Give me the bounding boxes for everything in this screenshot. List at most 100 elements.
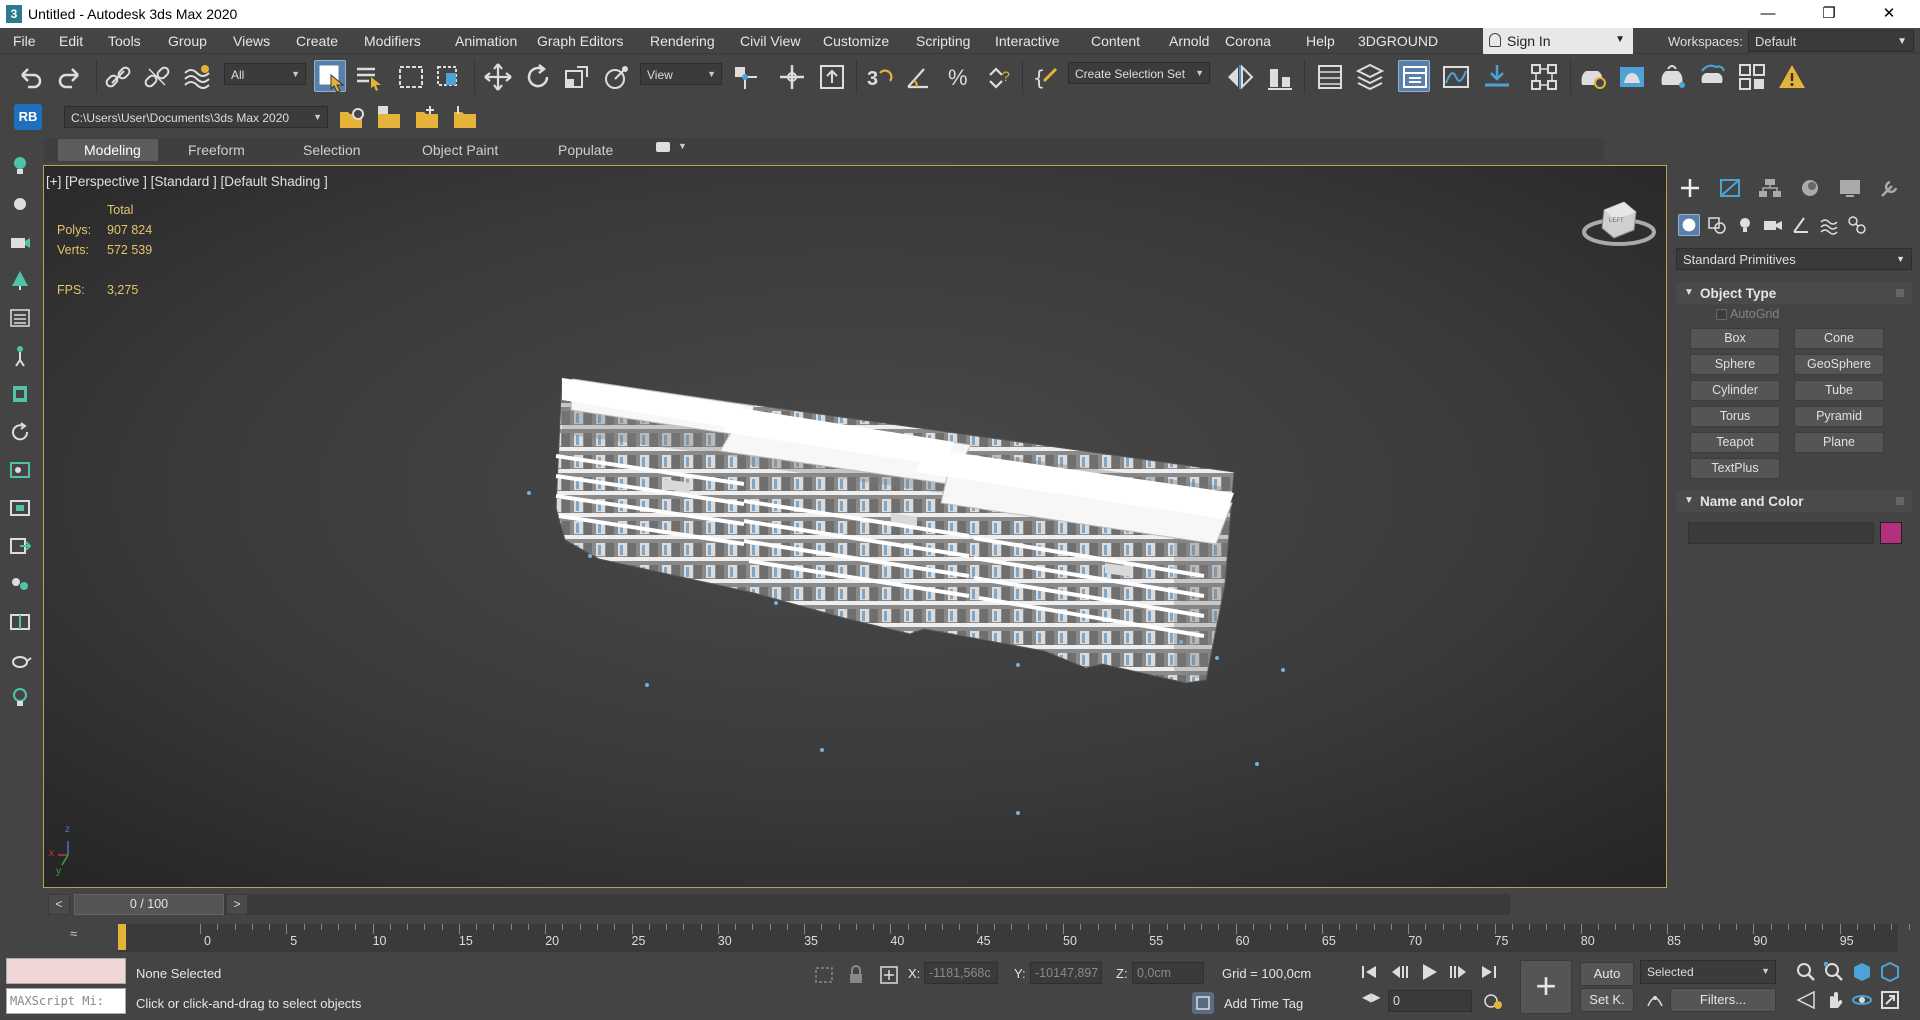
selection-filter-dropdown[interactable]: All ▼: [224, 63, 306, 85]
bulb-outline-icon[interactable]: [8, 686, 32, 710]
tab-object-paint[interactable]: Object Paint: [422, 142, 498, 158]
menu-group[interactable]: Group: [168, 33, 207, 49]
project-folder-icon[interactable]: [336, 102, 368, 134]
render-in-cloud-icon[interactable]: [1696, 61, 1728, 93]
menu-help[interactable]: Help: [1306, 33, 1335, 49]
time-slider-prev-button[interactable]: <: [48, 894, 70, 915]
menu-arnold[interactable]: Arnold: [1169, 33, 1209, 49]
keyboard-shortcut-override-icon[interactable]: [816, 61, 848, 93]
previous-frame-icon[interactable]: [1384, 960, 1414, 984]
menu-3dground[interactable]: 3DGROUND: [1358, 33, 1438, 49]
pyramid-button[interactable]: Pyramid: [1794, 406, 1884, 427]
material-editor-icon[interactable]: [1528, 61, 1560, 93]
percent-snap-icon[interactable]: %: [942, 61, 974, 93]
ribbon-options-icon[interactable]: [656, 142, 670, 152]
display-tab-icon[interactable]: [1836, 176, 1864, 200]
menu-file[interactable]: File: [13, 33, 36, 49]
perspective-viewport[interactable]: x z y LEFT: [43, 165, 1667, 888]
cone-button[interactable]: Cone: [1794, 328, 1884, 349]
render-production-icon[interactable]: [1656, 61, 1688, 93]
tab-modeling[interactable]: Modeling: [84, 142, 141, 158]
geosphere-button[interactable]: GeoSphere: [1794, 354, 1884, 375]
set-key-button[interactable]: Set K.: [1580, 988, 1634, 1012]
motion-tab-icon[interactable]: [1796, 176, 1824, 200]
sign-in-button[interactable]: Sign In ▼: [1483, 28, 1633, 54]
go-to-start-icon[interactable]: [1354, 960, 1384, 984]
object-name-field[interactable]: [1688, 522, 1874, 544]
align-icon[interactable]: [1264, 61, 1296, 93]
toggle-ribbon-icon[interactable]: [1398, 60, 1430, 92]
maxscript-output[interactable]: [6, 958, 126, 984]
tree-icon[interactable]: [8, 268, 32, 292]
teapot-icon[interactable]: [8, 648, 32, 672]
layer-explorer-icon[interactable]: [1354, 61, 1386, 93]
tab-freeform[interactable]: Freeform: [188, 142, 245, 158]
reference-coordinate-dropdown[interactable]: View ▼: [640, 63, 722, 85]
zoom-all-icon[interactable]: [1822, 960, 1846, 984]
menu-graph-editors[interactable]: Graph Editors: [537, 33, 623, 49]
angle-snap-icon[interactable]: [902, 61, 934, 93]
tube-button[interactable]: Tube: [1794, 380, 1884, 401]
textplus-button[interactable]: TextPlus: [1690, 458, 1780, 479]
schematic-view-icon[interactable]: [1481, 61, 1513, 93]
menu-content[interactable]: Content: [1091, 33, 1140, 49]
close-icon[interactable]: ✕: [1866, 0, 1912, 28]
key-tangents-icon[interactable]: [1644, 988, 1666, 1010]
torus-button[interactable]: Torus: [1690, 406, 1780, 427]
person-icon[interactable]: [8, 344, 32, 368]
next-frame-icon[interactable]: [1444, 960, 1474, 984]
minimize-icon[interactable]: —: [1745, 0, 1791, 28]
menu-modifiers[interactable]: Modifiers: [364, 33, 421, 49]
render-setup-icon[interactable]: [1576, 61, 1608, 93]
modify-tab-icon[interactable]: [1716, 176, 1744, 200]
lightbulb-icon[interactable]: [8, 154, 32, 178]
menu-animation[interactable]: Animation: [455, 33, 517, 49]
curve-editor-mini-icon[interactable]: ≈: [70, 926, 77, 941]
object-color-swatch[interactable]: [1880, 522, 1902, 544]
workspaces-dropdown[interactable]: Default ▼: [1748, 30, 1914, 52]
select-by-name-icon[interactable]: [353, 61, 385, 93]
box-button[interactable]: Box: [1690, 328, 1780, 349]
selection-lock-icon[interactable]: [846, 964, 866, 986]
add-time-tag[interactable]: Add Time Tag: [1224, 996, 1303, 1011]
frame-icon[interactable]: [8, 496, 32, 520]
window-crossing-icon[interactable]: [434, 61, 466, 93]
menu-customize[interactable]: Customize: [823, 33, 889, 49]
plane-button[interactable]: Plane: [1794, 432, 1884, 453]
zoom-extents-icon[interactable]: [1850, 960, 1874, 984]
x-coordinate-field[interactable]: -1181,568c: [924, 962, 998, 984]
menu-views[interactable]: Views: [233, 33, 270, 49]
maxscript-listener[interactable]: MAXScript Mi:: [6, 958, 126, 1014]
bind-space-warp-icon[interactable]: [181, 61, 213, 93]
cylinder-button[interactable]: Cylinder: [1690, 380, 1780, 401]
undo-icon[interactable]: [14, 61, 46, 93]
primitive-category-dropdown[interactable]: Standard Primitives ▼: [1676, 248, 1912, 270]
y-coordinate-field[interactable]: -10147,897: [1030, 962, 1102, 984]
curve-editor-icon[interactable]: [1440, 61, 1472, 93]
time-tag-icon[interactable]: [1192, 992, 1214, 1014]
menu-scripting[interactable]: Scripting: [916, 33, 970, 49]
warning-icon[interactable]: [1776, 61, 1808, 93]
a360-gallery-icon[interactable]: [1736, 61, 1768, 93]
time-slider-thumb[interactable]: 0 / 100: [74, 894, 224, 915]
named-selection-sets-icon[interactable]: {: [1030, 61, 1062, 93]
refresh-icon[interactable]: [8, 420, 32, 444]
place-icon[interactable]: [601, 61, 633, 93]
project-path-dropdown[interactable]: C:\Users\User\Documents\3ds Max 2020 ▼: [64, 106, 328, 128]
move-icon[interactable]: [482, 61, 514, 93]
redo-icon[interactable]: [54, 61, 86, 93]
select-object-icon[interactable]: [314, 60, 346, 93]
rotate-icon[interactable]: [522, 61, 554, 93]
time-configuration-icon[interactable]: [1482, 990, 1504, 1012]
time-slider-track[interactable]: [74, 894, 1510, 915]
export-icon[interactable]: [8, 534, 32, 558]
link-icon[interactable]: [102, 61, 134, 93]
name-and-color-rollout[interactable]: ▼ Name and Color: [1676, 490, 1912, 512]
shapes-icon[interactable]: [1706, 214, 1728, 236]
play-icon[interactable]: [1414, 960, 1444, 984]
spinner-snap-icon[interactable]: ?: [982, 61, 1014, 93]
menu-corona[interactable]: Corona: [1225, 33, 1271, 49]
image-icon[interactable]: [8, 458, 32, 482]
time-slider-next-button[interactable]: >: [226, 894, 248, 915]
zoom-icon[interactable]: [1794, 960, 1818, 984]
